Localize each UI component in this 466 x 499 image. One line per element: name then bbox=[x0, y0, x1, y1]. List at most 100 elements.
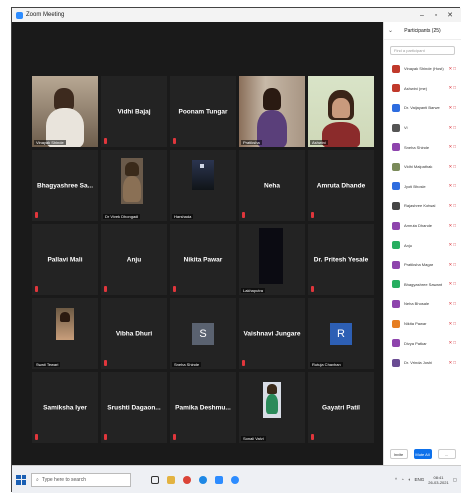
participant-tile[interactable]: Gayatri Patil bbox=[308, 372, 374, 443]
volume-icon[interactable]: ◖ bbox=[408, 477, 411, 482]
participant-row[interactable]: Jyoti Bhosle ✕□ bbox=[384, 177, 461, 197]
language-indicator[interactable]: ENG bbox=[415, 477, 425, 482]
participant-tile[interactable]: Nikita Pawar bbox=[170, 224, 236, 295]
participant-name: Vibha Dhuri bbox=[115, 330, 153, 337]
participant-tile[interactable]: R Rutuja Chavhan bbox=[308, 298, 374, 369]
participant-tile[interactable]: Pamika Deshmu... bbox=[170, 372, 236, 443]
participant-tile[interactable]: Vinayak Shinde bbox=[32, 76, 98, 147]
mic-video-muted-icons[interactable]: ✕□ bbox=[449, 125, 458, 131]
mic-video-muted-icons[interactable]: ✕□ bbox=[449, 301, 458, 307]
notifications-icon[interactable]: ▢ bbox=[453, 477, 457, 483]
zoom-taskbar-icon[interactable] bbox=[215, 475, 223, 484]
participant-name: Pallavi Mali bbox=[47, 256, 83, 263]
zoom-window: Zoom Meeting – ▫ ✕ Vinayak Shinde Vidhi B… bbox=[11, 7, 461, 493]
mic-video-muted-icons[interactable]: ✕□ bbox=[449, 281, 458, 287]
participant-row[interactable]: Sneha Shinde ✕□ bbox=[384, 137, 461, 157]
mic-muted-icon bbox=[173, 138, 176, 144]
minimize-button[interactable]: – bbox=[415, 12, 429, 19]
participant-tile[interactable]: Samiksha Iyer bbox=[32, 372, 98, 443]
participant-tile[interactable]: Pallavi Mali bbox=[32, 224, 98, 295]
participant-row[interactable]: Dr. Vaijayanti Barwe ✕□ bbox=[384, 98, 461, 118]
participant-row[interactable]: Dr. Vrinda Joshi ✕□ bbox=[384, 353, 461, 373]
participant-tile[interactable]: Amruta Dhande bbox=[308, 150, 374, 221]
participant-row[interactable]: Vi ✕□ bbox=[384, 118, 461, 138]
participant-tile[interactable]: Srushti Dagaon... bbox=[101, 372, 167, 443]
invite-button[interactable]: Invite bbox=[389, 449, 408, 459]
participant-tile[interactable]: Dr. Pritesh Yesale bbox=[308, 224, 374, 295]
system-tray: ^ ◔ ◖ ENG 08:41 26-03-2021 ▢ bbox=[395, 475, 457, 485]
participant-row-name: Rajashree Kotwal bbox=[404, 203, 436, 209]
participant-tile[interactable]: Vaishnavi Jungare bbox=[239, 298, 305, 369]
zoom-meeting-taskbar-icon[interactable] bbox=[231, 475, 239, 484]
participant-row-name: Neha Bhosale bbox=[404, 301, 430, 307]
mic-video-muted-icons[interactable]: ✕□ bbox=[449, 321, 458, 327]
more-button[interactable]: ... bbox=[437, 449, 456, 459]
participant-label: Harshada bbox=[172, 214, 194, 219]
participant-search-input[interactable]: Find a participant bbox=[390, 46, 455, 55]
mute-all-button[interactable]: Mute All bbox=[413, 449, 432, 459]
chevron-down-icon[interactable]: ⌄ bbox=[388, 27, 393, 34]
participant-row[interactable]: Pratiksha Magar ✕□ bbox=[384, 255, 461, 275]
file-explorer-icon[interactable] bbox=[167, 475, 175, 484]
mic-muted-icon bbox=[35, 434, 38, 440]
participant-tile[interactable]: Harshada bbox=[170, 150, 236, 221]
maximize-button[interactable]: ▫ bbox=[429, 12, 443, 19]
taskbar-search-input[interactable]: ⌕ Type here to search bbox=[31, 472, 131, 487]
avatar: S bbox=[170, 298, 236, 369]
participant-name: Bhagyashree Sa... bbox=[37, 182, 93, 189]
mic-video-muted-icons[interactable]: ✕□ bbox=[449, 360, 458, 366]
participant-tile[interactable]: S Sneha Shinde bbox=[170, 298, 236, 369]
mic-video-muted-icons[interactable]: ✕□ bbox=[449, 183, 458, 189]
mic-video-muted-icons[interactable]: ✕□ bbox=[449, 262, 458, 268]
participant-tile[interactable]: Sonali Valvi bbox=[239, 372, 305, 443]
participant-row[interactable]: Divya Patkar ✕□ bbox=[384, 333, 461, 353]
participant-avatar bbox=[392, 182, 400, 191]
participant-row-name: Vidhi Malpathak bbox=[404, 164, 433, 170]
mic-video-muted-icons[interactable]: ✕□ bbox=[449, 66, 458, 72]
participant-row-name: Jyoti Bhosle bbox=[404, 183, 426, 189]
mic-video-muted-icons[interactable]: ✕□ bbox=[449, 223, 458, 229]
chrome-icon[interactable] bbox=[183, 475, 191, 484]
mic-video-muted-icons[interactable]: ✕□ bbox=[449, 144, 458, 150]
mic-video-muted-icons[interactable]: ✕□ bbox=[449, 203, 458, 209]
participant-tile[interactable]: Pratiksha bbox=[239, 76, 305, 147]
mic-video-muted-icons[interactable]: ✕□ bbox=[449, 242, 458, 248]
mic-video-muted-icons[interactable]: ✕□ bbox=[449, 85, 458, 91]
participant-label: Sonali Valvi bbox=[241, 436, 266, 441]
participant-tile[interactable]: Lakhaputra bbox=[239, 224, 305, 295]
participant-row[interactable]: Bhagyashree Sawant ✕□ bbox=[384, 275, 461, 295]
participant-tile[interactable]: Dr Vivek Dhongadi bbox=[101, 150, 167, 221]
participant-row[interactable]: Neha Bhosale ✕□ bbox=[384, 294, 461, 314]
participant-row[interactable]: Ashwini (me) ✕□ bbox=[384, 79, 461, 99]
tray-up-icon[interactable]: ^ bbox=[395, 477, 397, 482]
participant-row[interactable]: Anju ✕□ bbox=[384, 235, 461, 255]
mic-video-muted-icons[interactable]: ✕□ bbox=[449, 105, 458, 111]
mic-video-muted-icons[interactable]: ✕□ bbox=[449, 164, 458, 170]
clock[interactable]: 08:41 26-03-2021 bbox=[428, 475, 448, 485]
edge-icon[interactable] bbox=[199, 475, 207, 484]
avatar-initial: S bbox=[192, 322, 214, 345]
participant-row[interactable]: Amruta Dhande ✕□ bbox=[384, 216, 461, 236]
participant-row-name: Vi bbox=[404, 125, 408, 131]
mic-video-muted-icons[interactable]: ✕□ bbox=[449, 340, 458, 346]
participant-tile[interactable]: Swati Tewari bbox=[32, 298, 98, 369]
windows-start-icon[interactable] bbox=[16, 474, 26, 485]
participant-row[interactable]: Vinayak Shinde (Host) ✕□ bbox=[384, 59, 461, 79]
participant-row-name: Divya Patkar bbox=[404, 340, 427, 346]
close-button[interactable]: ✕ bbox=[443, 11, 457, 19]
task-view-icon[interactable] bbox=[151, 475, 159, 484]
participant-row[interactable]: Vidhi Malpathak ✕□ bbox=[384, 157, 461, 177]
participant-label: Sneha Shinde bbox=[172, 362, 202, 367]
network-icon[interactable]: ◔ bbox=[401, 477, 404, 482]
participant-tile[interactable]: Vidhi Bajaj bbox=[101, 76, 167, 147]
participant-tile[interactable]: Vibha Dhuri bbox=[101, 298, 167, 369]
participant-tile[interactable]: Ashwini bbox=[308, 76, 374, 147]
participant-row[interactable]: Nikita Pawar ✕□ bbox=[384, 314, 461, 334]
mic-muted-icon bbox=[35, 212, 38, 218]
participant-tile[interactable]: Anju bbox=[101, 224, 167, 295]
participant-tile[interactable]: Poonam Tungar bbox=[170, 76, 236, 147]
participant-tile[interactable]: Bhagyashree Sa... bbox=[32, 150, 98, 221]
participant-tile[interactable]: Neha bbox=[239, 150, 305, 221]
participant-row[interactable]: Rajashree Kotwal ✕□ bbox=[384, 196, 461, 216]
video-feed bbox=[101, 150, 167, 221]
